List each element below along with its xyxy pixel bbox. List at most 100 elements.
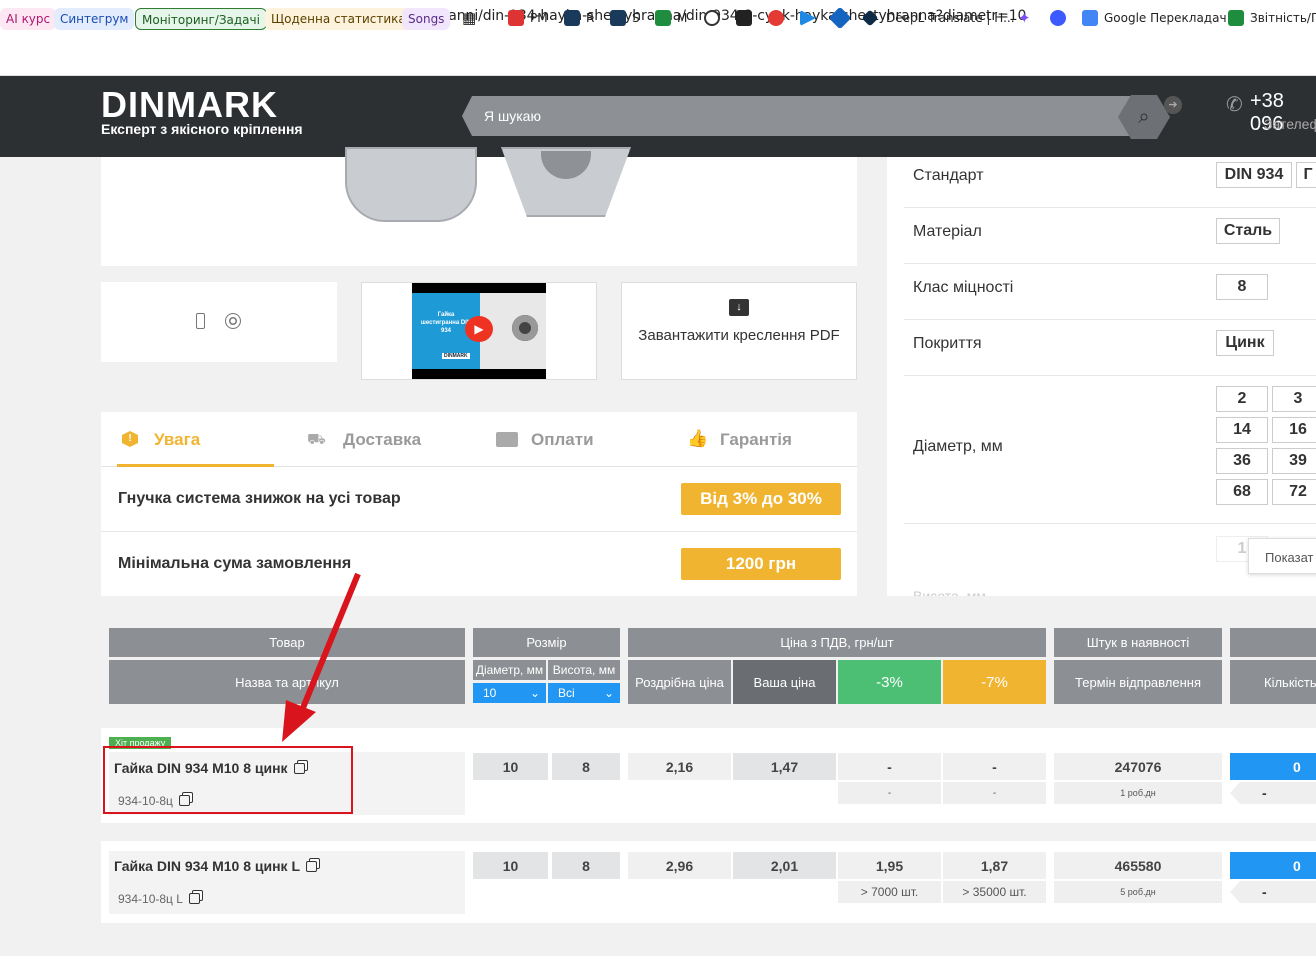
diameter-chip[interactable]: 36 <box>1216 448 1268 474</box>
diameter-chip[interactable]: 72 <box>1272 479 1316 505</box>
bookmark-monitoring[interactable]: Моніторинг/Задачі <box>135 8 267 30</box>
download-pdf-label[interactable]: Завантажити креслення PDF <box>621 326 857 345</box>
annotation-highlight-box <box>103 746 353 814</box>
cell-price-3: 1,95 <box>838 852 941 879</box>
header-price: Ціна з ПДВ, грн/шт <box>628 628 1046 657</box>
header-size: Розмір <box>473 628 620 657</box>
qty-input[interactable]: 0 <box>1230 852 1316 879</box>
standard-chip-other[interactable]: Г <box>1296 162 1316 188</box>
cell-retail: 2,16 <box>628 753 731 780</box>
cell-retail: 2,96 <box>628 852 731 879</box>
header-discount-7[interactable]: -7% <box>943 660 1046 704</box>
diameter-chip[interactable]: 16 <box>1272 417 1316 443</box>
qty-input[interactable]: 0 <box>1230 753 1316 780</box>
callback-link[interactable]: Зателеф <box>1264 116 1316 132</box>
cell-shipping: 1 роб.дн <box>1054 782 1222 804</box>
tab-payments[interactable]: Оплати <box>531 430 594 450</box>
spec-divider <box>904 523 1316 524</box>
product-image[interactable] <box>101 147 857 266</box>
bookmark-s-icon[interactable] <box>610 10 626 26</box>
diameter-label: Діаметр, мм <box>913 438 1003 455</box>
play-icon[interactable]: ▶ <box>465 316 493 342</box>
copy-icon[interactable] <box>188 893 200 904</box>
search-input[interactable]: Я шукаю <box>462 96 1132 136</box>
bookmark-m[interactable]: M <box>677 11 687 25</box>
bookmark-songs[interactable]: Songs <box>402 8 451 30</box>
product-name[interactable]: Гайка DIN 934 M10 8 цинк L <box>114 858 300 874</box>
bookmark-colorful-icon[interactable] <box>768 10 784 26</box>
google-translate-icon[interactable] <box>1082 10 1098 26</box>
search-placeholder: Я шукаю <box>484 108 541 124</box>
coating-chip[interactable]: Цинк <box>1216 330 1274 356</box>
class-label: Клас міцності <box>913 279 1014 296</box>
download-icon[interactable]: ↓ <box>729 299 749 316</box>
payment-icon <box>496 432 518 447</box>
slogan: Експерт з якісного кріплення <box>101 121 303 137</box>
bookmark-daily-stats[interactable]: Щоденна статистика <box>265 8 412 30</box>
header-your-price[interactable]: Ваша ціна <box>733 660 836 704</box>
bookmark-google-translate[interactable]: Google Перекладач <box>1104 11 1227 25</box>
cell-price-3: - <box>838 753 941 780</box>
cell-height: 8 <box>552 852 620 879</box>
thumbnail-icons[interactable] <box>101 282 337 362</box>
diameter-chip[interactable]: 39 <box>1272 448 1316 474</box>
header-discount-3[interactable]: -3% <box>838 660 941 704</box>
header-retail[interactable]: Роздрібна ціна <box>628 660 731 704</box>
qty-minus-button[interactable]: - <box>1230 881 1316 903</box>
tab-warranty[interactable]: Гарантія <box>720 430 792 450</box>
openai-icon[interactable] <box>704 10 720 26</box>
header-qty[interactable]: Кількість <box>1230 660 1316 704</box>
diameter-select[interactable]: 10 ⌄ <box>473 683 546 703</box>
chevron-down-icon: ⌄ <box>603 686 614 700</box>
phone-icon: ✆ <box>1226 94 1243 116</box>
search-arrow-icon[interactable]: ➔ <box>1164 96 1182 114</box>
bookmark-m-icon[interactable] <box>655 10 671 26</box>
search-icon: ⌕ <box>1138 105 1150 128</box>
qty-minus-button[interactable]: - <box>1230 782 1316 804</box>
bolt-icon[interactable] <box>196 313 205 329</box>
diameter-select-value: 10 <box>483 686 497 700</box>
sheets-icon[interactable] <box>1228 10 1244 26</box>
diameter-chip[interactable]: 2 <box>1216 386 1268 412</box>
diameter-chip[interactable]: 68 <box>1216 479 1268 505</box>
nut-image-left <box>345 147 477 222</box>
bookmark-r[interactable]: R <box>586 11 594 25</box>
bookmarks-bar <box>0 36 1316 76</box>
diameter-chip[interactable]: 14 <box>1216 417 1268 443</box>
bookmark-deepl[interactable]: DeepL Translate | H... <box>886 11 1015 25</box>
bookmark-ai-course[interactable]: AI курс <box>0 8 57 30</box>
video-brand: DINMARK <box>442 353 470 359</box>
discount-text: Гнучка система знижок на усі товар <box>118 490 401 507</box>
chevron-down-icon: ⌄ <box>529 686 540 700</box>
material-chip[interactable]: Сталь <box>1216 218 1280 244</box>
bookmark-pm-icon[interactable] <box>508 10 524 26</box>
height-select-value: Всі <box>558 686 575 700</box>
cell-note-3: > 7000 шт. <box>838 881 941 903</box>
apps-grid-icon[interactable]: ▦ <box>462 9 476 27</box>
bookmark-mask-icon[interactable] <box>736 10 752 26</box>
copy-icon[interactable] <box>306 861 317 872</box>
tab-delivery[interactable]: Доставка <box>343 430 421 450</box>
height-select[interactable]: Всі ⌄ <box>548 683 620 703</box>
bookmark-s[interactable]: S <box>632 11 640 25</box>
class-chip[interactable]: 8 <box>1216 274 1268 300</box>
nut-icon[interactable] <box>225 313 241 329</box>
diameter-chip[interactable]: 3 <box>1272 386 1316 412</box>
bookmark-report[interactable]: Звітність/Пр <box>1250 11 1316 25</box>
header-stock: Штук в наявності <box>1054 628 1222 657</box>
gemini-icon[interactable]: ✦ <box>1018 9 1031 27</box>
height-label: Висота, мм <box>913 588 986 596</box>
bookmark-pm[interactable]: PM <box>530 11 548 25</box>
standard-chip-din934[interactable]: DIN 934 <box>1216 162 1292 188</box>
header-shipping[interactable]: Термін відправлення <box>1054 660 1222 704</box>
cell-stock: 247076 <box>1054 753 1222 780</box>
tab-attention[interactable]: Увага <box>154 430 200 450</box>
active-tab-indicator <box>117 464 274 467</box>
bookmark-syntegrum[interactable]: Синтегрум <box>54 8 135 30</box>
logo[interactable]: DINMARK <box>101 84 278 126</box>
cell-diameter: 10 <box>473 852 548 879</box>
bookmark-voice-icon[interactable] <box>1050 10 1066 26</box>
show-more-button[interactable]: Показат <box>1248 538 1316 574</box>
header-diameter: Діаметр, мм <box>473 660 546 680</box>
bookmark-r-icon[interactable] <box>564 10 580 26</box>
